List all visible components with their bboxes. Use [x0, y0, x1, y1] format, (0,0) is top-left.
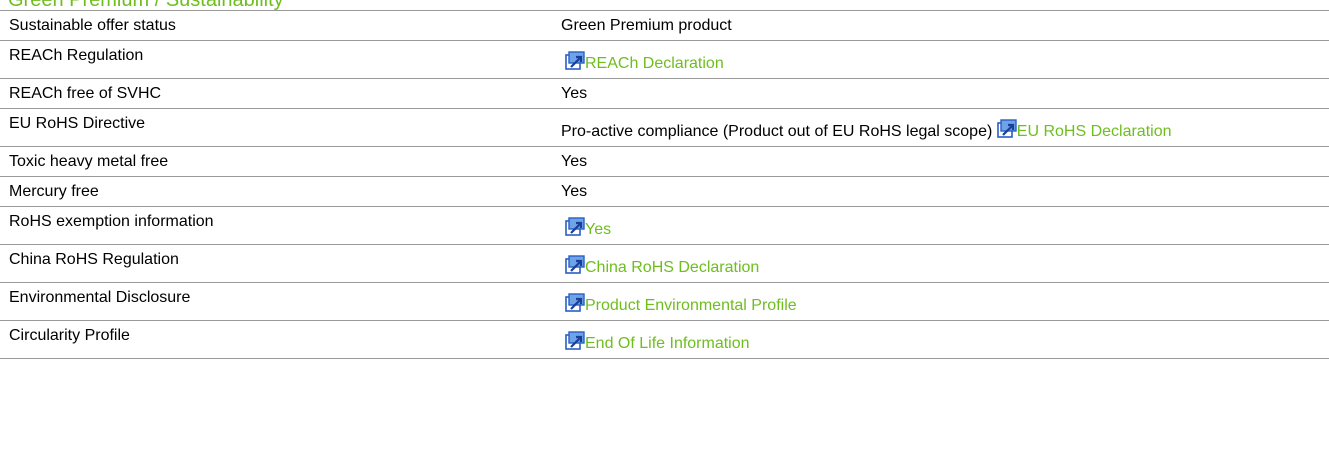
row-label-reach-regulation: REACh Regulation — [0, 40, 546, 79]
table-row: Sustainable offer status Green Premium p… — [0, 11, 1329, 41]
sustainability-table: Sustainable offer status Green Premium p… — [0, 11, 1329, 359]
row-label-china-rohs-regulation: China RoHS Regulation — [0, 244, 546, 283]
row-label-eu-rohs-directive: EU RoHS Directive — [0, 108, 546, 147]
rohs-exemption-link-text: Yes — [585, 221, 612, 238]
row-label-sustainable-offer-status: Sustainable offer status — [0, 11, 546, 41]
reach-declaration-link[interactable]: REACh Declaration — [565, 51, 724, 72]
china-rohs-declaration-link[interactable]: China RoHS Declaration — [565, 255, 760, 276]
row-label-reach-free-of-svhc: REACh free of SVHC — [0, 78, 546, 109]
row-label-circularity-profile: Circularity Profile — [0, 320, 546, 359]
table-row: REACh free of SVHC Yes — [0, 78, 1329, 109]
row-value-reach-free-of-svhc: Yes — [546, 78, 1329, 109]
table-row: EU RoHS Directive Pro-active compliance … — [0, 108, 1329, 147]
end-of-life-information-link[interactable]: End Of Life Information — [565, 331, 750, 352]
row-label-rohs-exemption-information: RoHS exemption information — [0, 206, 546, 245]
eu-rohs-declaration-link-text: EU RoHS Declaration — [1016, 123, 1172, 140]
product-environmental-profile-link[interactable]: Product Environmental Profile — [565, 293, 797, 314]
table-row: Mercury free Yes — [0, 176, 1329, 207]
external-link-icon — [565, 217, 585, 236]
external-link-icon — [565, 331, 585, 350]
external-link-icon — [996, 119, 1017, 138]
table-row: REACh Regulation REACh Declaration — [0, 40, 1329, 79]
table-row: Circularity Profile End Of Life Informat… — [0, 320, 1329, 359]
row-value-reach-regulation: REACh Declaration — [546, 40, 1329, 79]
china-rohs-declaration-link-text: China RoHS Declaration — [585, 259, 760, 276]
row-label-toxic-heavy-metal-free: Toxic heavy metal free — [0, 146, 546, 177]
row-label-mercury-free: Mercury free — [0, 176, 546, 207]
table-row: China RoHS Regulation China RoHS Declara… — [0, 244, 1329, 283]
table-row: RoHS exemption information Yes — [0, 206, 1329, 245]
external-link-icon — [565, 293, 585, 312]
reach-declaration-link-text: REACh Declaration — [585, 55, 724, 72]
section-title: Green Premium / Sustainability — [8, 0, 284, 11]
rohs-exemption-link[interactable]: Yes — [565, 217, 612, 238]
row-value-eu-rohs-directive: Pro-active compliance (Product out of EU… — [546, 108, 1329, 147]
row-label-environmental-disclosure: Environmental Disclosure — [0, 282, 546, 321]
external-link-icon — [565, 255, 585, 274]
row-value-rohs-exemption-information: Yes — [546, 206, 1329, 245]
row-value-mercury-free: Yes — [546, 176, 1329, 207]
row-value-china-rohs-regulation: China RoHS Declaration — [546, 244, 1329, 283]
row-value-sustainable-offer-status: Green Premium product — [546, 11, 1329, 41]
table-row: Toxic heavy metal free Yes — [0, 146, 1329, 177]
section-header: Green Premium / Sustainability — [0, 0, 1329, 11]
row-value-environmental-disclosure: Product Environmental Profile — [546, 282, 1329, 321]
row-value-circularity-profile: End Of Life Information — [546, 320, 1329, 359]
product-environmental-profile-link-text: Product Environmental Profile — [585, 297, 797, 314]
row-value-toxic-heavy-metal-free: Yes — [546, 146, 1329, 177]
table-row: Environmental Disclosure Product Environ… — [0, 282, 1329, 321]
eu-rohs-declaration-link[interactable]: EU RoHS Declaration — [996, 119, 1172, 140]
eu-rohs-compliance-text: Pro-active compliance (Product out of EU… — [561, 123, 993, 140]
end-of-life-information-link-text: End Of Life Information — [585, 335, 750, 352]
external-link-icon — [565, 51, 585, 70]
